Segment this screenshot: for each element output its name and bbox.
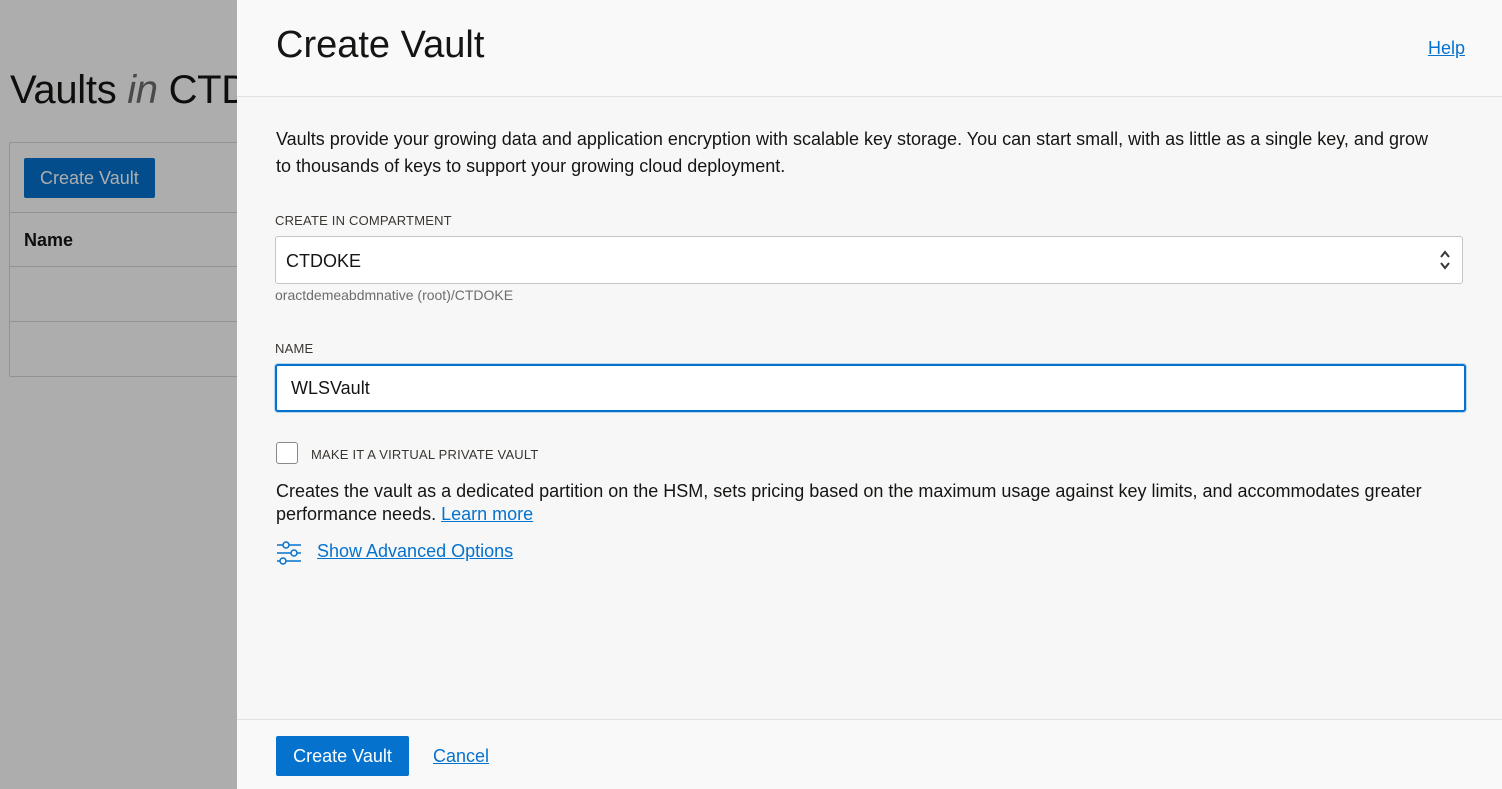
intro-text: Vaults provide your growing data and app… [276,129,1428,176]
learn-more-link[interactable]: Learn more [441,504,533,524]
help-link[interactable]: Help [1428,38,1465,59]
sliders-icon[interactable] [276,540,302,566]
panel-title: Create Vault [276,24,485,66]
cancel-link[interactable]: Cancel [433,746,489,767]
compartment-path: oractdemeabdmnative (root)/CTDOKE [275,287,514,303]
virtual-private-vault-checkbox[interactable] [276,442,298,464]
name-label: NAME [275,341,314,356]
compartment-select-value: CTDOKE [286,251,362,271]
panel-footer: Create Vault Cancel [237,719,1502,789]
panel-header: Create Vault Help [237,0,1502,97]
compartment-label: CREATE IN COMPARTMENT [275,213,452,228]
chevron-up-down-icon [1440,250,1450,270]
virtual-private-description: Creates the vault as a dedicated partiti… [276,481,1422,524]
virtual-private-vault-label[interactable]: MAKE IT A VIRTUAL PRIVATE VAULT [311,447,539,462]
show-advanced-options-link[interactable]: Show Advanced Options [317,541,513,562]
create-vault-panel: Create Vault Help Vaults provide your gr… [237,0,1502,789]
compartment-select[interactable]: CTDOKE [275,236,1463,284]
create-vault-button[interactable]: Create Vault [276,736,409,776]
name-input[interactable] [275,364,1466,412]
